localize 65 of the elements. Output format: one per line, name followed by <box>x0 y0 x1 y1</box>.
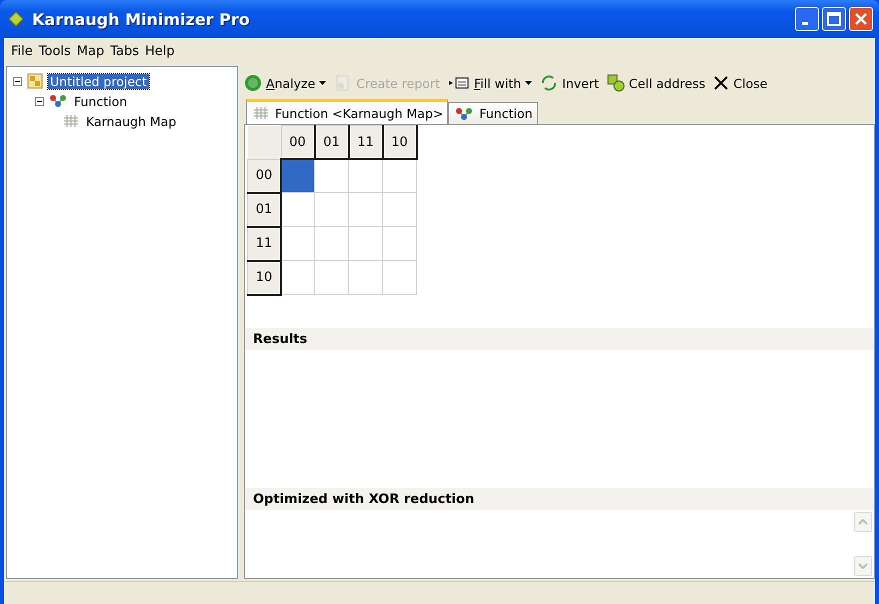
map-cell[interactable] <box>348 260 382 294</box>
map-cell[interactable] <box>348 226 382 260</box>
tree-item[interactable]: Karnaugh Map <box>84 114 178 128</box>
close-icon <box>854 12 868 26</box>
map-cell[interactable] <box>382 226 416 260</box>
caret-icon <box>319 81 326 85</box>
map-cell[interactable] <box>348 192 382 226</box>
grid-icon <box>253 106 269 120</box>
section-header: Optimized with XOR reduction <box>245 488 874 510</box>
tree-item[interactable]: Function <box>72 94 130 108</box>
row-header: 10 <box>248 260 281 294</box>
row-header: 11 <box>248 226 281 260</box>
collapse-toggle[interactable] <box>13 76 22 86</box>
map-cell[interactable] <box>281 192 314 226</box>
maximize-icon <box>827 12 841 26</box>
menu-item[interactable]: Tools <box>36 44 74 58</box>
map-cell[interactable] <box>281 226 314 260</box>
row-header: 01 <box>248 192 281 226</box>
map-cell[interactable] <box>382 260 416 294</box>
menu-item[interactable]: File <box>8 44 36 58</box>
map-cell[interactable] <box>348 159 382 192</box>
toolbar-button[interactable]: Analyze <box>244 74 326 92</box>
nodes-icon <box>49 94 67 108</box>
column-header: 00 <box>281 126 314 159</box>
toolbar-button[interactable]: Cell address <box>606 74 706 92</box>
column-header: 11 <box>348 126 382 159</box>
go-icon <box>244 74 262 92</box>
tab[interactable]: Function <box>448 102 538 124</box>
map-cell[interactable] <box>382 192 416 226</box>
maximize-button[interactable] <box>822 7 846 31</box>
map-cell[interactable] <box>314 159 348 192</box>
collapse-toggle[interactable] <box>35 96 44 106</box>
close-button[interactable] <box>849 7 873 31</box>
diamond-icon <box>8 11 24 27</box>
checkered-icon <box>27 73 43 89</box>
nodes-icon <box>455 106 474 120</box>
map-cell[interactable] <box>314 226 348 260</box>
minimize-icon <box>802 22 808 24</box>
fill-icon <box>448 76 470 90</box>
tree-item[interactable]: Untitled project <box>48 74 149 88</box>
window-title: Karnaugh Minimizer Pro <box>32 10 251 28</box>
menu-item[interactable]: Map <box>74 44 108 58</box>
toolbar-button[interactable]: Invert <box>540 74 599 92</box>
grid-icon <box>63 114 79 128</box>
row-header: 00 <box>248 159 281 192</box>
cells-icon <box>606 74 625 92</box>
cycle-arrows-icon <box>540 74 558 92</box>
close-icon <box>713 75 730 91</box>
column-header: 10 <box>382 126 416 159</box>
caret-icon <box>525 81 532 85</box>
map-cell[interactable] <box>281 159 314 192</box>
toolbar-button[interactable]: Fill with <box>448 76 532 90</box>
tab[interactable]: Function <Karnaugh Map> <box>246 99 448 124</box>
map-cell[interactable] <box>382 159 416 192</box>
menu-item[interactable]: Help <box>142 44 178 58</box>
column-header: 01 <box>314 126 348 159</box>
map-cell[interactable] <box>314 260 348 294</box>
down-chevron-icon <box>858 563 868 569</box>
map-cell[interactable] <box>314 192 348 226</box>
toolbar-button[interactable]: Close <box>713 75 768 91</box>
section-header: Results <box>245 328 874 350</box>
minimize-button[interactable] <box>795 7 819 31</box>
map-cell[interactable] <box>281 260 314 294</box>
up-chevron-icon <box>858 519 868 525</box>
menu-item[interactable]: Tabs <box>107 44 142 58</box>
